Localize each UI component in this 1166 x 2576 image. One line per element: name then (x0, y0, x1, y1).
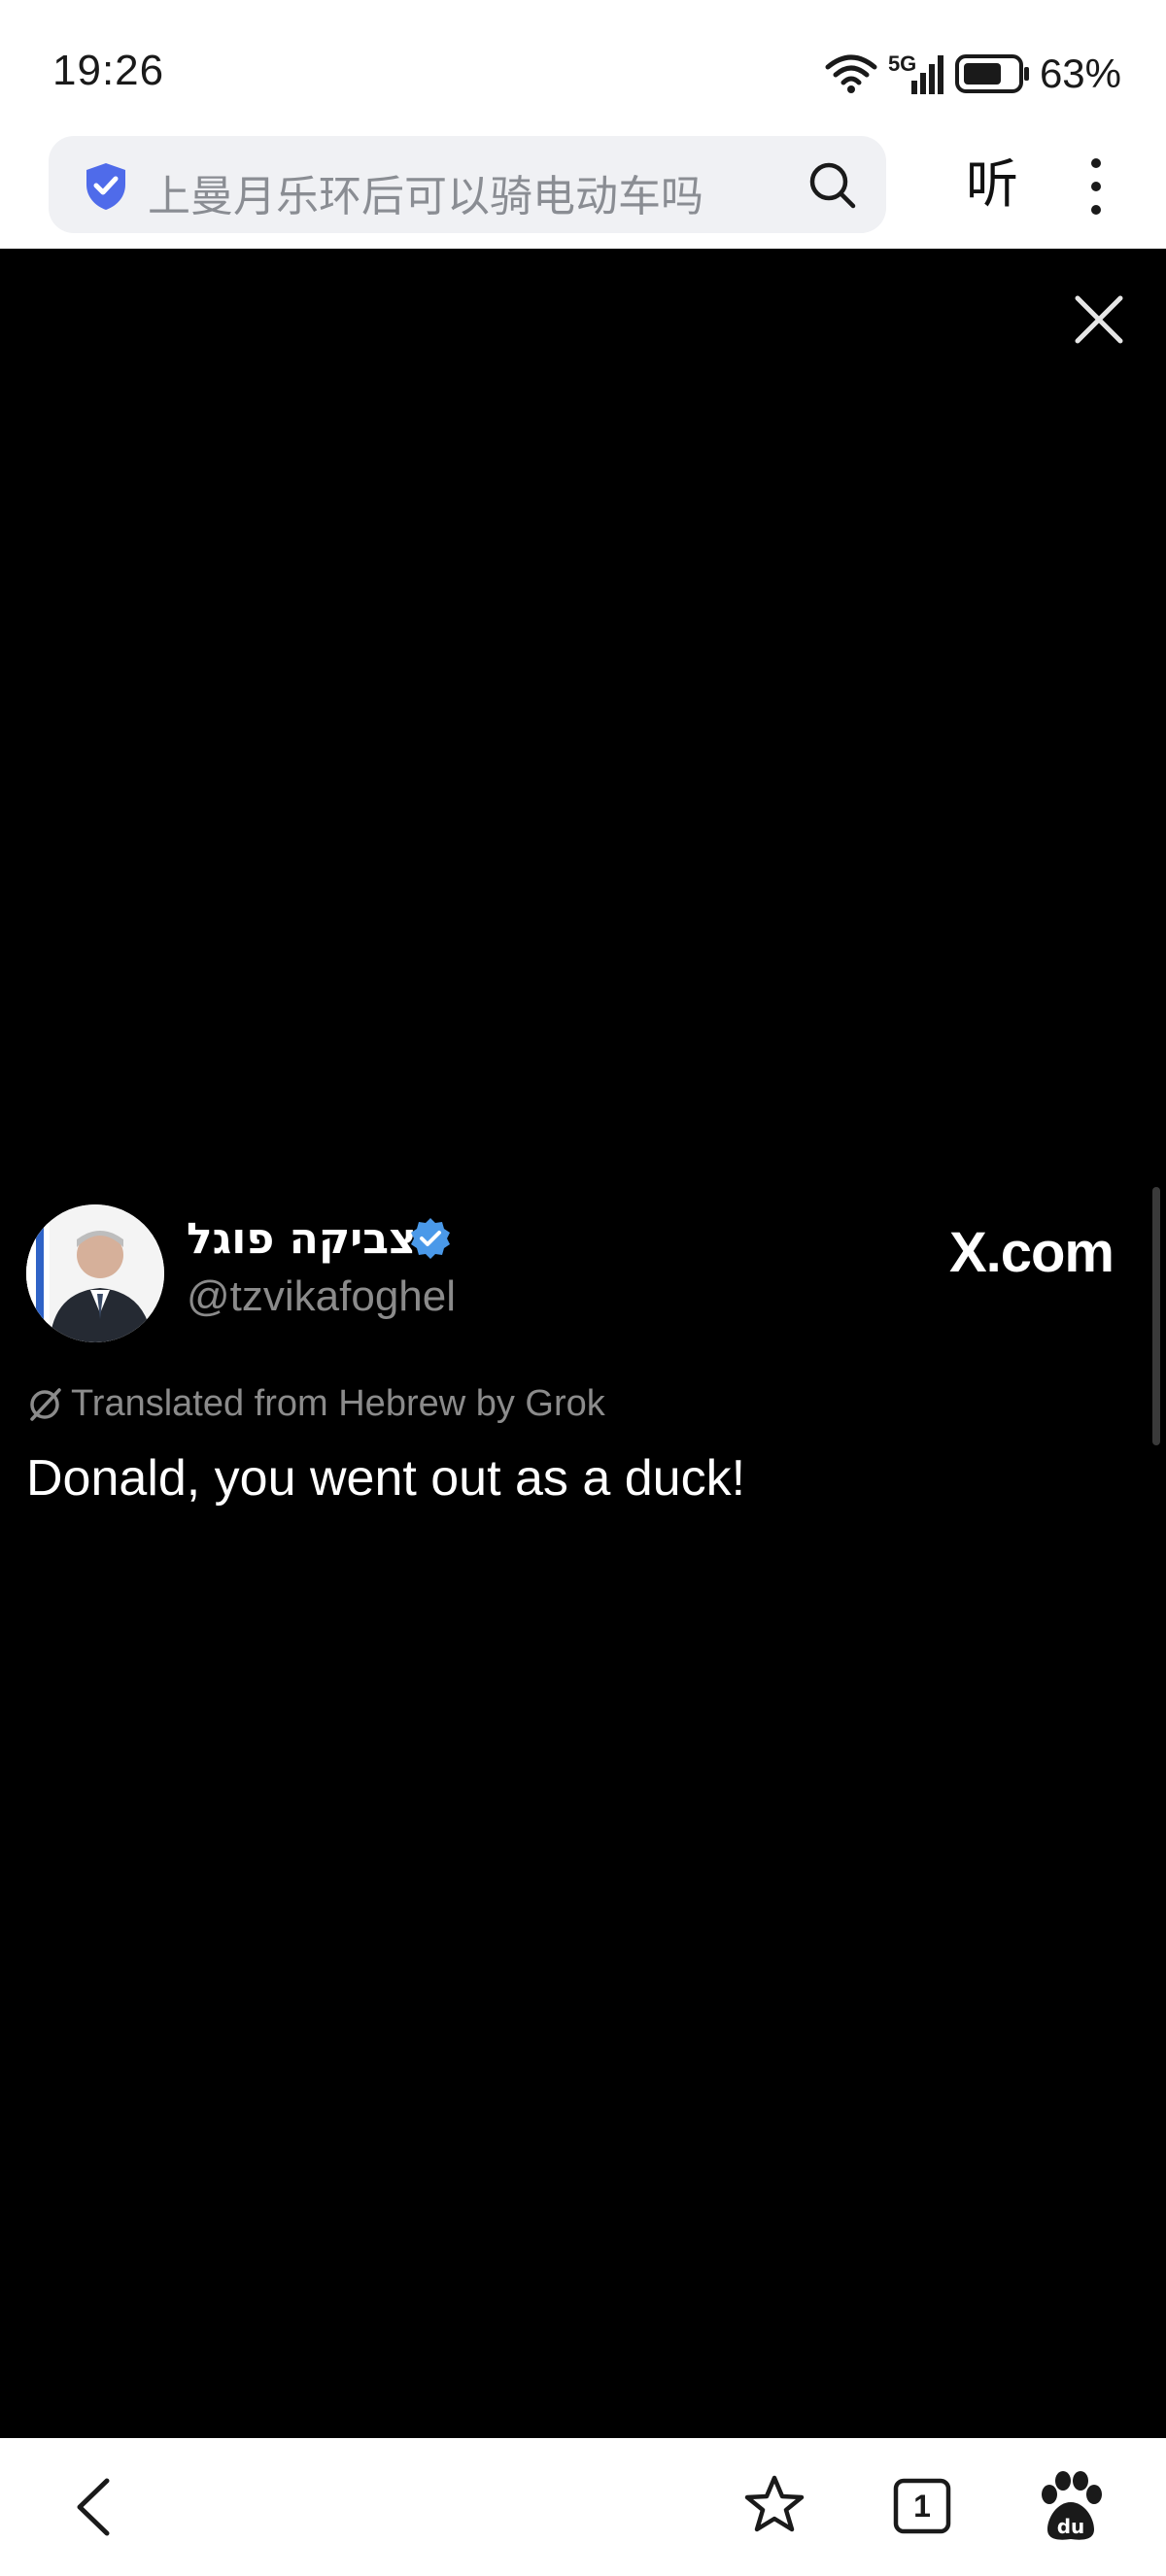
back-icon[interactable] (66, 2475, 124, 2539)
battery-icon (954, 54, 1029, 93)
battery-percent: 63% (1039, 51, 1121, 96)
wifi-icon (825, 54, 877, 93)
signal-icon: 5G (888, 51, 944, 96)
search-icon[interactable] (806, 159, 857, 210)
baidu-paw-icon[interactable]: du (1036, 2469, 1106, 2543)
listen-button[interactable]: 听 (952, 150, 1032, 220)
avatar-photo (26, 1204, 164, 1342)
translate-icon (30, 1387, 61, 1421)
author-name[interactable]: צביקה פוגל (187, 1214, 417, 1264)
verified-badge-icon (411, 1218, 450, 1259)
search-box[interactable]: 上曼月乐环后可以骑电动车吗 (49, 136, 886, 233)
close-icon[interactable] (1074, 294, 1124, 345)
translation-label: Translated from Hebrew by Grok (71, 1383, 605, 1424)
post-text: Donald, you went out as a duck! (26, 1450, 746, 1507)
author-handle[interactable]: @tzvikafoghel (187, 1272, 456, 1321)
x-logo[interactable]: X.com (949, 1220, 1115, 1285)
avatar[interactable] (26, 1204, 164, 1342)
svg-text:du: du (1057, 2515, 1085, 2538)
tabs-icon[interactable]: 1 (892, 2477, 952, 2535)
tweet-embed[interactable]: צביקה פוגל @tzvikafoghel X.com Translate… (0, 1204, 1166, 1507)
shield-icon (86, 163, 125, 210)
media-viewer: צביקה פוגל @tzvikafoghel X.com Translate… (0, 249, 1166, 2438)
status-bar: 19:26 5G 63% (0, 0, 1166, 136)
bottom-navigation: 1 du (0, 2438, 1166, 2576)
tab-count: 1 (913, 2489, 931, 2524)
search-query[interactable]: 上曼月乐环后可以骑电动车吗 (148, 161, 703, 223)
star-icon[interactable] (742, 2473, 806, 2537)
scrollbar-thumb[interactable] (1152, 1187, 1160, 1445)
more-icon[interactable] (1077, 155, 1115, 218)
browser-toolbar: 上曼月乐环后可以骑电动车吗 听 (0, 136, 1166, 249)
translation-note[interactable]: Translated from Hebrew by Grok (26, 1383, 605, 1425)
status-icons: 5G 63% (824, 45, 1121, 103)
status-time: 19:26 (52, 47, 165, 94)
